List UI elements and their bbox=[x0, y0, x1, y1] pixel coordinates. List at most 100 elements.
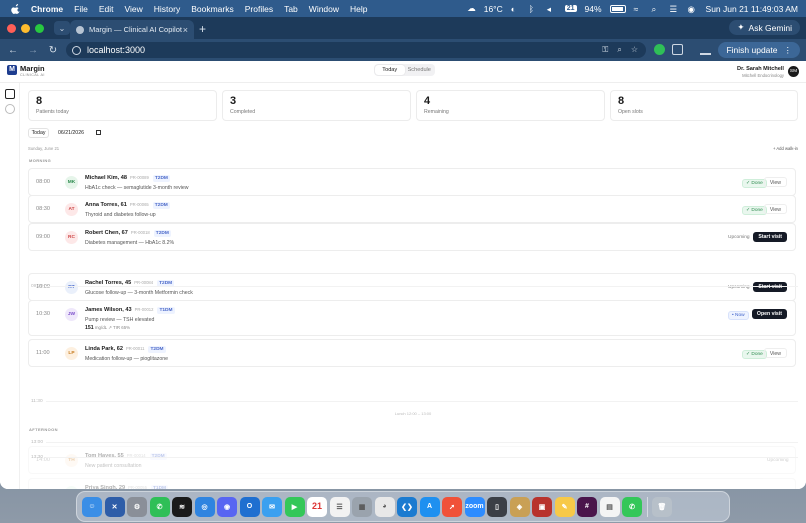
weather-temp[interactable]: 16°C bbox=[484, 4, 503, 14]
preview-icon[interactable]: ◈ bbox=[509, 496, 530, 517]
spotify-icon[interactable]: ≋ bbox=[172, 496, 192, 517]
patient-name[interactable]: James Wilson, 43 bbox=[85, 307, 132, 313]
menu-profiles[interactable]: Profiles bbox=[245, 4, 273, 14]
menu-edit[interactable]: Edit bbox=[99, 4, 114, 14]
ask-gemini-button[interactable]: ✦ Ask Gemini bbox=[729, 20, 800, 35]
patients-nav-icon[interactable] bbox=[5, 104, 15, 114]
control-center-icon[interactable]: ☰ bbox=[670, 4, 680, 14]
patient-name-line[interactable]: Priya Singh, 29 PR-00055 T1DM bbox=[85, 485, 169, 489]
appointment-row[interactable]: 08:30 AT Anna Torres, 61 PR-00065 T2DM Thyroi… bbox=[28, 195, 796, 223]
patient-name[interactable]: Tom Hayes, 55 bbox=[85, 453, 124, 459]
facetime-icon[interactable]: ▶ bbox=[284, 496, 305, 517]
add-walk-in-button[interactable]: + Add walk-in bbox=[773, 146, 798, 151]
appointment-row[interactable]: 10:30 JW James Wilson, 43 PR-00012 T1DM Pump … bbox=[28, 300, 796, 336]
open-visit-button[interactable]: Open visit bbox=[751, 309, 787, 319]
tab-search-chevron-icon[interactable]: ⌄ bbox=[54, 21, 70, 35]
phone-icon[interactable]: ✆ bbox=[622, 496, 642, 517]
patient-name-line[interactable]: Michael Kim, 48 PR-00089 T2DM bbox=[85, 175, 170, 182]
outlook-icon[interactable]: O bbox=[239, 496, 260, 517]
zoom-magnifier-icon[interactable]: ⌕ bbox=[617, 45, 621, 55]
simulator-icon[interactable]: ▯ bbox=[487, 496, 507, 517]
open-visit-button[interactable]: Start visit bbox=[753, 282, 787, 292]
apple-icon[interactable] bbox=[11, 3, 21, 14]
slack-icon[interactable]: # bbox=[577, 496, 597, 517]
address-bar[interactable]: localhost:3000 ⚿ ⌕ ☆ bbox=[66, 42, 646, 58]
swift-icon[interactable]: ➚ bbox=[442, 496, 462, 517]
menu-view[interactable]: View bbox=[124, 4, 142, 14]
patient-name-line[interactable]: Anna Torres, 61 PR-00065 T2DM bbox=[85, 202, 170, 209]
weather-cloud-icon[interactable]: ☁ bbox=[467, 3, 476, 14]
patient-name[interactable]: Anna Torres, 61 bbox=[85, 202, 127, 208]
xcode-icon[interactable]: ✕ bbox=[104, 496, 125, 517]
trash-icon[interactable]: 🗑 bbox=[652, 496, 672, 517]
appointment-row[interactable]: Priya Singh, 29 PR-00055 T1DM bbox=[28, 478, 796, 489]
patient-name[interactable]: Robert Chen, 67 bbox=[85, 230, 128, 236]
date-picker[interactable]: 06/21/2026 bbox=[55, 128, 104, 138]
whatsapp-icon[interactable]: ✆ bbox=[149, 496, 170, 517]
bluetooth-icon[interactable]: ᛒ bbox=[529, 4, 539, 14]
view-button[interactable]: View bbox=[763, 177, 787, 187]
finder-icon[interactable]: ☺ bbox=[82, 496, 102, 517]
minimize-window-button[interactable] bbox=[21, 23, 30, 33]
vpn-icon[interactable]: ◐ bbox=[511, 4, 521, 14]
menu-bookmarks[interactable]: Bookmarks bbox=[191, 4, 234, 14]
new-tab-plus-icon[interactable]: + bbox=[199, 22, 206, 36]
patient-name-line[interactable]: Linda Park, 62 PR-00011 T2DM bbox=[85, 346, 166, 353]
appointment-row[interactable]: 08:00 MK Michael Kim, 48 PR-00089 T2DM HbA1c … bbox=[28, 168, 796, 196]
notes-icon[interactable]: ✎ bbox=[554, 496, 575, 517]
menu-help[interactable]: Help bbox=[350, 4, 367, 14]
patient-name-line[interactable]: James Wilson, 43 PR-00012 T1DM bbox=[85, 307, 175, 314]
finish-update-button[interactable]: Finish update ⋮ bbox=[718, 42, 800, 58]
system-settings-icon[interactable]: ⚙ bbox=[127, 496, 147, 517]
menu-tab[interactable]: Tab bbox=[284, 4, 298, 14]
zoom-icon[interactable]: zoom bbox=[464, 496, 485, 517]
discord-icon[interactable]: ◉ bbox=[217, 496, 237, 517]
back-arrow-icon[interactable]: ← bbox=[6, 45, 20, 56]
wifi-icon[interactable]: ≈ bbox=[634, 4, 644, 14]
extension-green-icon[interactable] bbox=[654, 44, 665, 55]
calendar-badge[interactable]: 21 bbox=[564, 5, 577, 12]
password-key-icon[interactable]: ⚿ bbox=[602, 45, 608, 55]
chrome-icon[interactable]: ◕ bbox=[374, 496, 395, 517]
view-button[interactable]: View bbox=[763, 348, 787, 358]
forward-arrow-icon[interactable]: → bbox=[26, 45, 40, 56]
view-tab-schedule[interactable]: Schedule bbox=[405, 65, 435, 75]
download-icon[interactable] bbox=[700, 44, 711, 55]
bookmark-star-icon[interactable]: ☆ bbox=[631, 45, 638, 55]
calendar-nav-icon[interactable] bbox=[5, 89, 15, 99]
tab-close-icon[interactable]: × bbox=[183, 25, 188, 35]
view-tab-today[interactable]: Today bbox=[375, 65, 405, 75]
calendar-icon[interactable] bbox=[96, 130, 101, 135]
menu-history[interactable]: History bbox=[154, 4, 180, 14]
appointment-row[interactable]: 10:00 RT Rachel Torres, 45 PR-00084 T2DM Gluc… bbox=[28, 273, 796, 301]
menu-file[interactable]: File bbox=[74, 4, 88, 14]
appointment-row[interactable]: 14:00 TH Tom Hayes, 55 PR-00014 T2DM New pati… bbox=[28, 446, 796, 474]
mail-icon[interactable]: ✉ bbox=[262, 496, 282, 517]
close-window-button[interactable] bbox=[7, 23, 16, 33]
zoom-window-button[interactable] bbox=[35, 23, 44, 33]
patient-name[interactable]: Linda Park, 62 bbox=[85, 346, 123, 352]
today-button[interactable]: Today bbox=[28, 128, 49, 138]
patient-name[interactable]: Michael Kim, 48 bbox=[85, 175, 127, 181]
margin-logo-icon[interactable]: M bbox=[7, 65, 17, 75]
menu-app-name[interactable]: Chrome bbox=[31, 4, 63, 14]
photo-booth-icon[interactable]: ▣ bbox=[532, 496, 552, 517]
battery-icon[interactable] bbox=[609, 4, 626, 13]
open-visit-button[interactable]: Start visit bbox=[753, 232, 787, 242]
siri-icon[interactable]: ◉ bbox=[688, 4, 698, 14]
doctor-avatar[interactable]: SM bbox=[788, 66, 799, 77]
activity-icon[interactable]: ▤ bbox=[599, 496, 620, 517]
search-icon[interactable]: ⌕ bbox=[652, 4, 662, 14]
view-button[interactable]: View bbox=[763, 204, 787, 214]
calendar-icon[interactable]: 21 bbox=[307, 496, 327, 517]
kebab-menu-icon[interactable]: ⋮ bbox=[784, 45, 793, 56]
menu-clock[interactable]: Sun Jun 21 11:49:03 AM bbox=[706, 4, 798, 14]
tab-margin[interactable]: Margin — Clinical AI Copilot × bbox=[70, 20, 194, 39]
app-store-icon[interactable]: A bbox=[419, 496, 440, 517]
appointment-row[interactable]: 11:00 LP Linda Park, 62 PR-00011 T2DM Medicat… bbox=[28, 339, 796, 367]
menu-window[interactable]: Window bbox=[309, 4, 339, 14]
patient-name-line[interactable]: Robert Chen, 67 PR-00018 T2DM bbox=[85, 230, 171, 237]
launchpad-icon[interactable]: ▦ bbox=[352, 496, 372, 517]
extensions-puzzle-icon[interactable] bbox=[672, 44, 683, 55]
appointment-row[interactable]: 09:00 RC Robert Chen, 67 PR-00018 T2DM Diabet… bbox=[28, 223, 796, 251]
